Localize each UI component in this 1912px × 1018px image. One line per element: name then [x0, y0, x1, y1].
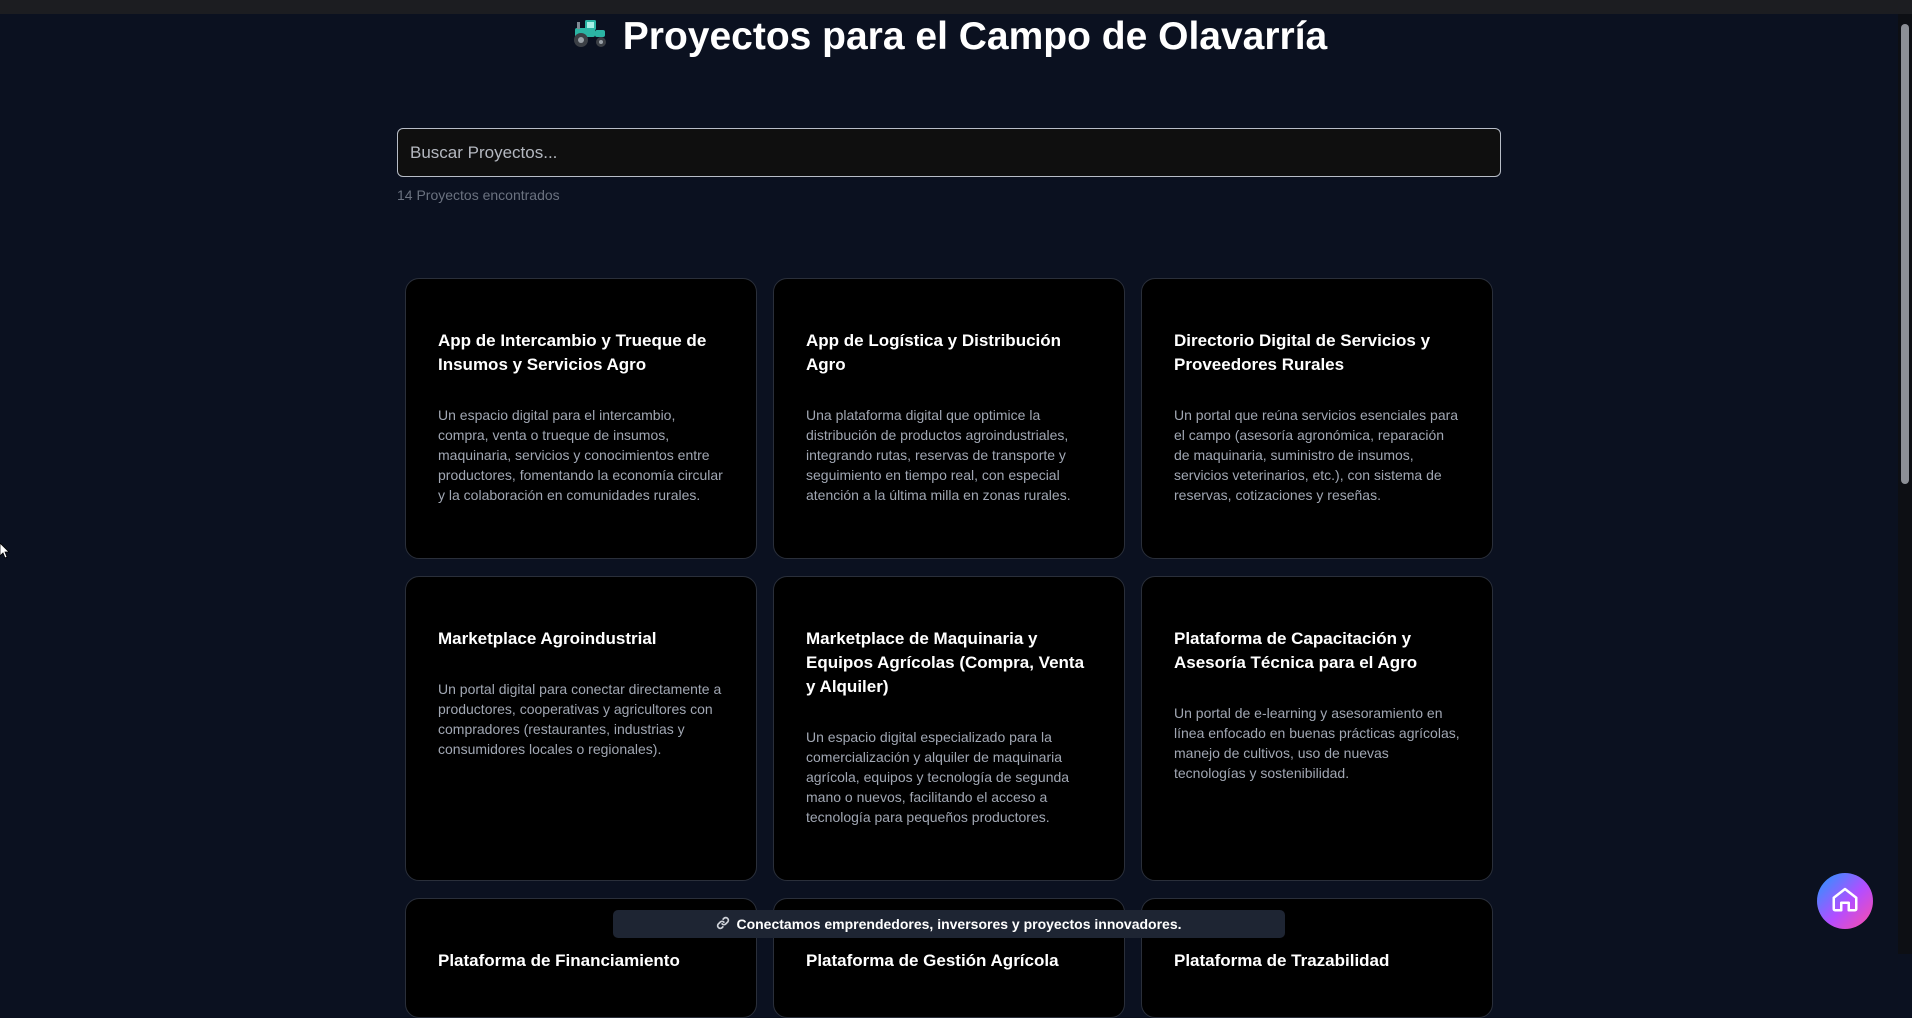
project-card-title: Plataforma de Capacitación y Asesoría Té… — [1174, 629, 1418, 672]
footer-banner: Conectamos emprendedores, inversores y p… — [613, 910, 1285, 938]
project-card-title: Plataforma de Financiamiento — [438, 951, 680, 970]
page-title: Proyectos para el Campo de Olavarría — [0, 12, 1898, 64]
project-card[interactable]: Marketplace Agroindustrial Un portal dig… — [405, 576, 757, 881]
home-icon — [1830, 884, 1860, 919]
footer-banner-text: Conectamos emprendedores, inversores y p… — [736, 916, 1182, 932]
project-card-description: Un espacio digital especializado para la… — [806, 729, 1070, 825]
tractor-icon — [571, 11, 609, 61]
project-card-title: Plataforma de Trazabilidad — [1174, 951, 1390, 970]
link-icon — [716, 916, 730, 933]
project-card-title: App de Intercambio y Trueque de Insumos … — [438, 331, 707, 374]
project-card-description: Un portal de e-learning y asesoramiento … — [1174, 705, 1460, 781]
project-card-description: Un espacio digital para el intercambio, … — [438, 407, 723, 503]
project-card[interactable]: Plataforma de Capacitación y Asesoría Té… — [1141, 576, 1493, 881]
project-card[interactable]: Marketplace de Maquinaria y Equipos Agrí… — [773, 576, 1125, 881]
results-count: 14 Proyectos encontrados — [397, 187, 560, 203]
project-card[interactable]: App de Intercambio y Trueque de Insumos … — [405, 278, 757, 559]
page-title-text: Proyectos para el Campo de Olavarría — [622, 15, 1328, 58]
scrollbar-thumb[interactable] — [1901, 24, 1909, 484]
project-card-title: Directorio Digital de Servicios y Provee… — [1174, 331, 1431, 374]
project-card-description: Un portal que reúna servicios esenciales… — [1174, 407, 1459, 503]
project-card[interactable]: Directorio Digital de Servicios y Provee… — [1141, 278, 1493, 559]
home-button[interactable] — [1817, 873, 1873, 929]
project-card-title: Marketplace Agroindustrial — [438, 629, 657, 648]
project-card-description: Una plataforma digital que optimice la d… — [806, 407, 1071, 503]
mouse-cursor-icon — [0, 542, 10, 564]
page-scrollbar[interactable] — [1898, 14, 1912, 954]
project-card-title: App de Logística y Distribución Agro — [806, 331, 1062, 374]
project-card-title: Plataforma de Gestión Agrícola — [806, 951, 1059, 970]
project-card[interactable]: App de Logística y Distribución Agro Una… — [773, 278, 1125, 559]
search-input[interactable] — [397, 128, 1501, 177]
project-card-title: Marketplace de Maquinaria y Equipos Agrí… — [806, 629, 1085, 696]
project-card-description: Un portal digital para conectar directam… — [438, 681, 722, 757]
